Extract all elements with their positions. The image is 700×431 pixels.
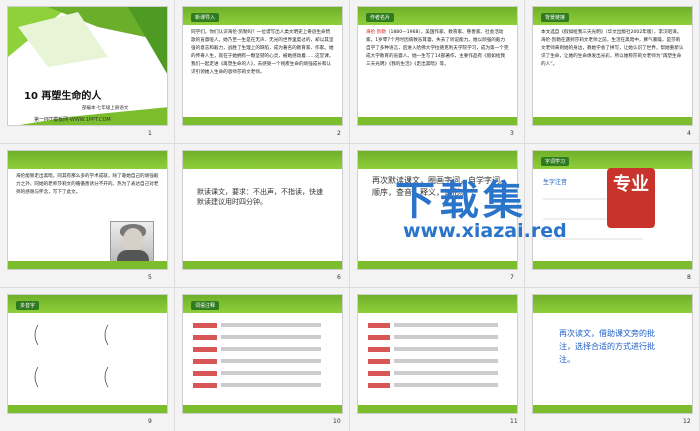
- slide-cell-12[interactable]: 再次读文，借助课文旁的批注，选择合适的方式进行批注。 12: [525, 288, 700, 431]
- slide-12[interactable]: 再次读文，借助课文旁的批注，选择合适的方式进行批注。: [532, 294, 693, 414]
- slide-1-title: 10 再塑生命的人: [24, 91, 102, 102]
- watermark-seal-icon: 专业: [607, 168, 655, 228]
- slide-4-text: 本文选自《假如给我三天光明》（华文出版社2002年版），李汉昭译。海伦·凯勒在遇…: [541, 30, 684, 67]
- slide-3-tag: 作者名片: [366, 13, 395, 22]
- slide-5-header-bar: [8, 151, 167, 169]
- slide-4[interactable]: 背景链接 本文选自《假如给我三天光明》（华文出版社2002年版），李汉昭译。海伦…: [532, 6, 693, 126]
- slide-number-6: 6: [337, 274, 341, 281]
- slide-2-text: 同学们，你们认识海伦·凯勒吗？一位谱写出人类文明史上奇迹生命赞歌的盲聋哑人。她乃…: [191, 30, 334, 75]
- slide-3-text-block: 海伦·凯勒（1880—1968），美国作家、教育家、慈善家、社会活动家。1岁零7…: [366, 29, 509, 69]
- slide-6[interactable]: 默读课文，要求：不出声，不指读，快速默读建议用时四分钟。: [182, 150, 343, 270]
- slide-1-subtitle: 部编本·七年级上册语文: [82, 106, 129, 111]
- slide-10-footer-bar: [183, 405, 342, 413]
- slide-6-header-bar: [183, 151, 342, 169]
- slide-cell-2[interactable]: 新课导入 同学们，你们认识海伦·凯勒吗？一位谱写出人类文明史上奇迹生命赞歌的盲聋…: [175, 0, 350, 144]
- slide-4-tag: 背景链接: [541, 13, 570, 22]
- slide-number-4: 4: [687, 130, 691, 137]
- slide-2-footer-bar: [183, 117, 342, 125]
- slide-number-12: 12: [683, 418, 691, 425]
- slide-7-footer-bar: [358, 261, 517, 269]
- slide-5-text: 海伦能够走出黑暗，同其有那么多的学术成就，除了靠她自己的顽强毅力之外，同她的老师…: [16, 174, 159, 195]
- watermark-url: www.xiazai.red: [403, 220, 567, 242]
- slide-cell-11[interactable]: 11: [350, 288, 525, 431]
- slide-6-text: 默读课文，要求：不出声，不指读，快速默读建议用时四分钟。: [197, 188, 323, 206]
- helen-keller-portrait: [110, 221, 154, 264]
- slide-cell-5[interactable]: 海伦能够走出黑暗，同其有那么多的学术成就，除了靠她自己的顽强毅力之外，同她的老师…: [0, 144, 175, 288]
- slide-9-brackets: [34, 324, 109, 388]
- slide-3-text: （1880—1968），美国作家、教育家、慈善家、社会活动家。1岁零7个月时因病…: [366, 30, 509, 67]
- slide-4-footer-bar: [533, 117, 692, 125]
- slide-cell-10[interactable]: 词语注释 10: [175, 288, 350, 431]
- slide-1-footer[interactable]: 第一PPT模板网-WWW.1PPT.COM: [34, 116, 111, 123]
- slide-3-footer-bar: [358, 117, 517, 125]
- slide-2-tag: 新课导入: [191, 13, 220, 22]
- slide-11-footer-bar: [358, 405, 517, 413]
- slide-7-header-bar: [358, 151, 517, 169]
- slide-12-footer-bar: [533, 405, 692, 413]
- watermark-overlay: 下载集 www.xiazai.red 专业: [395, 168, 695, 248]
- slide-1[interactable]: 10 再塑生命的人 部编本·七年级上册语文 第一PPT模板网-WWW.1PPT.…: [7, 6, 168, 126]
- slide-cell-4[interactable]: 背景链接 本文选自《假如给我三天光明》（华文出版社2002年版），李汉昭译。海伦…: [525, 0, 700, 144]
- watermark-seal-text: 专业: [613, 174, 649, 195]
- slide-9-footer-bar: [8, 405, 167, 413]
- slide-3[interactable]: 作者名片 海伦·凯勒（1880—1968），美国作家、教育家、慈善家、社会活动家…: [357, 6, 518, 126]
- slide-8-footer-bar: [533, 261, 692, 269]
- slide-10-rows: [193, 323, 321, 388]
- slide-number-9: 9: [148, 418, 152, 425]
- slide-12-header-bar: [533, 295, 692, 313]
- slide-12-text: 再次读文，借助课文旁的批注，选择合适的方式进行批注。: [559, 329, 655, 364]
- slide-10[interactable]: 词语注释: [182, 294, 343, 414]
- slide-number-5: 5: [148, 274, 152, 281]
- slide-number-11: 11: [510, 418, 518, 425]
- slide-cell-6[interactable]: 默读课文，要求：不出声，不指读，快速默读建议用时四分钟。 6: [175, 144, 350, 288]
- slide-number-2: 2: [337, 130, 341, 137]
- slide-11[interactable]: [357, 294, 518, 414]
- slide-number-10: 10: [333, 418, 341, 425]
- slide-2[interactable]: 新课导入 同学们，你们认识海伦·凯勒吗？一位谱写出人类文明史上奇迹生命赞歌的盲聋…: [182, 6, 343, 126]
- slide-number-7: 7: [510, 274, 514, 281]
- slide-number-8: 8: [687, 274, 691, 281]
- slide-11-rows: [368, 323, 498, 388]
- slide-cell-1[interactable]: 10 再塑生命的人 部编本·七年级上册语文 第一PPT模板网-WWW.1PPT.…: [0, 0, 175, 144]
- slide-5-footer-bar: [8, 261, 167, 269]
- slide-cell-9[interactable]: 多音字 9: [0, 288, 175, 431]
- slide-6-footer-bar: [183, 261, 342, 269]
- slide-3-author-name: 海伦·凯勒: [366, 30, 386, 35]
- slide-cell-3[interactable]: 作者名片 海伦·凯勒（1880—1968），美国作家、教育家、慈善家、社会活动家…: [350, 0, 525, 144]
- slide-5[interactable]: 海伦能够走出黑暗，同其有那么多的学术成就，除了靠她自己的顽强毅力之外，同她的老师…: [7, 150, 168, 270]
- slide-number-3: 3: [510, 130, 514, 137]
- slide-9[interactable]: 多音字: [7, 294, 168, 414]
- watermark-title: 下载集: [395, 178, 527, 224]
- slide-number-1: 1: [148, 130, 152, 137]
